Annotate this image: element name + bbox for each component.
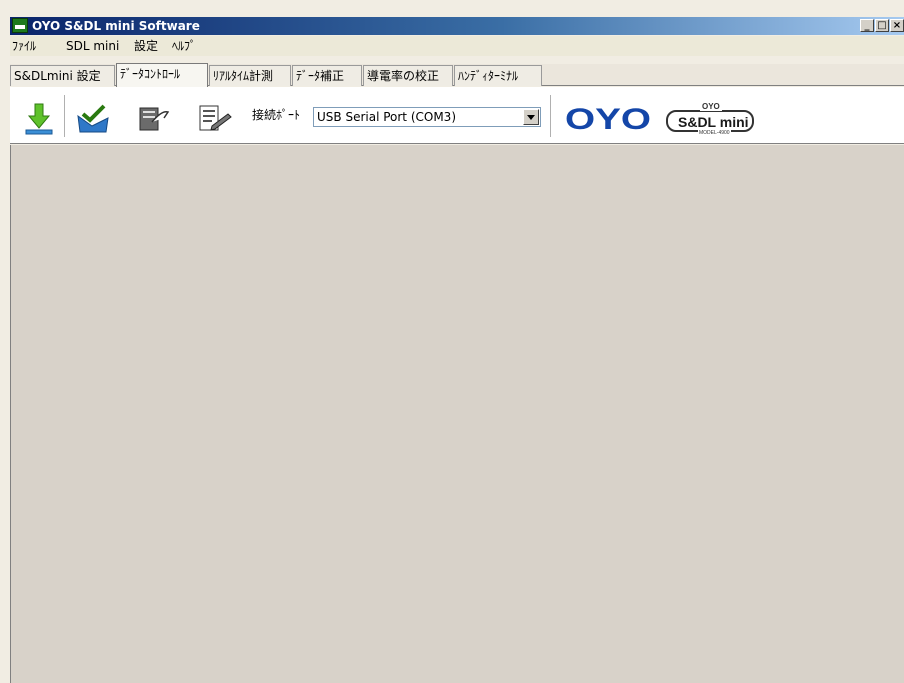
- tab-handy-terminal[interactable]: ﾊﾝﾃﾞｨﾀｰﾐﾅﾙ: [454, 65, 542, 86]
- menu-help[interactable]: ﾍﾙﾌﾟ: [172, 39, 196, 53]
- tab-data-correction[interactable]: ﾃﾞｰﾀ補正: [292, 65, 362, 86]
- port-label: 接続ﾎﾟｰﾄ: [252, 108, 301, 122]
- menu-bar: ﾌｧｲﾙ SDL mini 設定 ﾍﾙﾌﾟ: [10, 36, 904, 56]
- tab-realtime-measurement[interactable]: ﾘｱﾙﾀｲﾑ計測: [209, 65, 291, 86]
- toolbar: 接続ﾎﾟｰﾄ USB Serial Port (COM3) OYO S&DL m…: [10, 87, 904, 144]
- menu-sdl-mini[interactable]: SDL mini: [66, 39, 119, 53]
- maximize-button[interactable]: □: [875, 19, 889, 32]
- check-folder-icon[interactable]: [76, 102, 110, 136]
- document-transfer-icon[interactable]: [136, 102, 170, 136]
- app-window: OYO S&DL mini Software _ □ × ﾌｧｲﾙ SDL mi…: [0, 0, 904, 683]
- sdl-mini-logo: S&DL mini OYO MODEL-4900: [664, 100, 758, 138]
- close-button[interactable]: ×: [890, 19, 904, 32]
- data-control-panel: [10, 145, 904, 683]
- download-arrow-icon[interactable]: [22, 102, 56, 136]
- oyo-logo-text: OYO: [565, 106, 651, 132]
- title-bar[interactable]: OYO S&DL mini Software _ □ ×: [10, 17, 904, 35]
- tab-data-control[interactable]: ﾃﾞｰﾀｺﾝﾄﾛｰﾙ: [116, 63, 208, 87]
- oyo-app-icon[interactable]: [12, 18, 28, 33]
- tab-sdlmini-settings[interactable]: S&DLmini 設定: [10, 65, 115, 86]
- edit-document-icon[interactable]: [198, 102, 232, 136]
- port-select-value: USB Serial Port (COM3): [317, 110, 456, 124]
- sdl-mini-logo-text: S&DL mini: [678, 114, 749, 130]
- sdl-mini-logo-model: MODEL-4900: [698, 130, 731, 136]
- menu-settings[interactable]: 設定: [134, 39, 158, 53]
- toolbar-separator: [64, 95, 66, 137]
- sdl-mini-logo-frame: S&DL mini: [666, 110, 754, 132]
- oyo-logo: OYO: [565, 106, 651, 132]
- chevron-down-icon[interactable]: [523, 109, 539, 125]
- sdl-mini-logo-brand: OYO: [700, 102, 722, 111]
- window-title: OYO S&DL mini Software: [32, 19, 200, 33]
- port-select[interactable]: USB Serial Port (COM3): [313, 107, 541, 127]
- tab-strip: S&DLmini 設定 ﾃﾞｰﾀｺﾝﾄﾛｰﾙ ﾘｱﾙﾀｲﾑ計測 ﾃﾞｰﾀ補正 導…: [10, 63, 904, 87]
- toolbar-separator: [550, 95, 552, 137]
- menu-file[interactable]: ﾌｧｲﾙ: [12, 39, 36, 53]
- minimize-button[interactable]: _: [860, 19, 874, 32]
- tab-conductivity-calibration[interactable]: 導電率の校正: [363, 65, 453, 86]
